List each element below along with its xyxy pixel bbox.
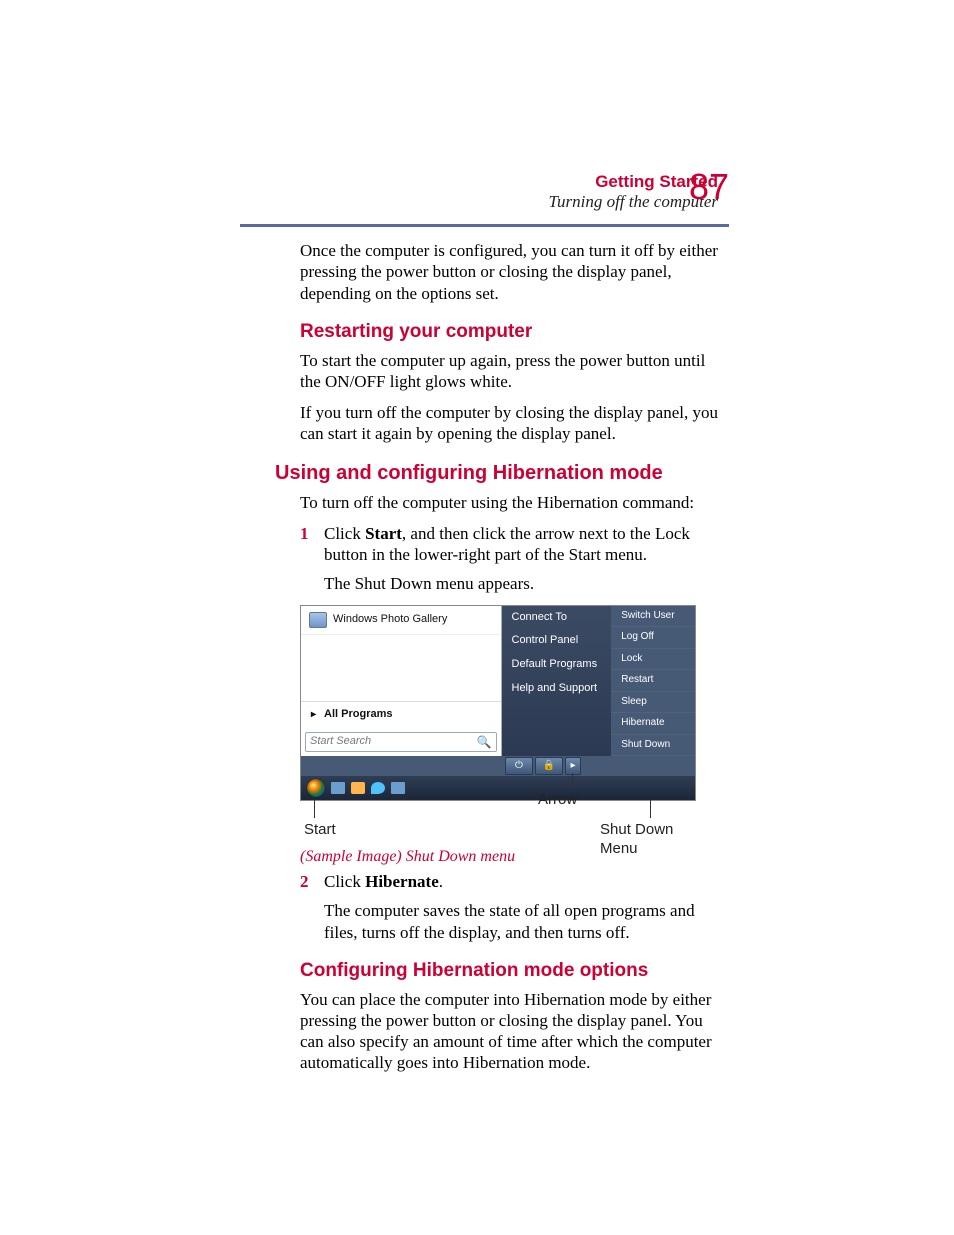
hiber-lead: To turn off the computer using the Hiber… — [300, 492, 724, 513]
program-label: Windows Photo Gallery — [333, 613, 447, 627]
taskbar-icon-1[interactable] — [331, 782, 345, 794]
heading-config-hibernation: Configuring Hibernation mode options — [300, 959, 724, 983]
taskbar-icon-3[interactable] — [391, 782, 405, 794]
annotation-line-arrow — [572, 773, 573, 791]
power-item-shut-down[interactable]: Shut Down — [611, 735, 695, 757]
heading-hibernation: Using and configuring Hibernation mode — [275, 461, 724, 486]
heading-restarting: Restarting your computer — [300, 320, 724, 344]
program-item-photo-gallery[interactable]: Windows Photo Gallery — [301, 606, 501, 635]
power-item-switch-user[interactable]: Switch User — [611, 606, 695, 628]
power-item-log-off[interactable]: Log Off — [611, 627, 695, 649]
shutdown-flyout-menu: Switch User Log Off Lock Restart Sleep H… — [611, 606, 695, 757]
power-item-sleep[interactable]: Sleep — [611, 692, 695, 714]
annotation-label-arrow: Arrow — [538, 791, 577, 810]
start-orb-icon[interactable] — [307, 779, 325, 797]
search-placeholder: Start Search — [310, 735, 371, 749]
right-item-control-panel[interactable]: Control Panel — [502, 629, 612, 653]
all-programs-label: All Programs — [324, 708, 392, 722]
shutdown-arrow-button[interactable]: ▸ — [565, 757, 581, 775]
annotation-line-start — [314, 800, 315, 818]
taskbar-ie-icon[interactable] — [371, 782, 385, 794]
taskbar-icon-2[interactable] — [351, 782, 365, 794]
step-1-sub: The Shut Down menu appears. — [324, 573, 724, 594]
step-1-bold: Start — [365, 524, 402, 543]
photo-gallery-icon — [309, 612, 327, 628]
restart-p1: To start the computer up again, press th… — [300, 350, 724, 393]
start-menu-left-pane: Windows Photo Gallery All Programs Start… — [301, 606, 502, 757]
chapter-title: Getting Started — [264, 172, 718, 192]
annotation-label-shutdown: Shut Down Menu — [600, 821, 694, 859]
step-1-text-pre: Click — [324, 524, 365, 543]
taskbar — [301, 776, 695, 800]
step-2: 2 Click Hibernate. The computer saves th… — [300, 871, 724, 943]
start-search-input[interactable]: Start Search 🔍 — [305, 732, 497, 752]
start-menu-screenshot: Windows Photo Gallery All Programs Start… — [300, 605, 696, 802]
page-header: Getting Started Turning off the computer — [264, 172, 724, 212]
power-item-lock[interactable]: Lock — [611, 649, 695, 671]
step-1: 1 Click Start, and then click the arrow … — [300, 523, 724, 595]
config-p1: You can place the computer into Hibernat… — [300, 989, 724, 1074]
intro-paragraph: Once the computer is configured, you can… — [300, 240, 724, 304]
start-menu-right-pane: Connect To Control Panel Default Program… — [502, 606, 612, 757]
restart-p2: If you turn off the computer by closing … — [300, 402, 724, 445]
step-2-number: 2 — [300, 871, 324, 943]
step-2-text-pre: Click — [324, 872, 365, 891]
header-rule — [240, 224, 729, 227]
step-2-bold: Hibernate — [365, 872, 439, 891]
figure-annotations: Start Arrow Shut Down Menu — [300, 801, 694, 841]
figure-shutdown-menu: Windows Photo Gallery All Programs Start… — [300, 605, 724, 868]
all-programs-item[interactable]: All Programs — [301, 701, 501, 728]
right-item-default-programs[interactable]: Default Programs — [502, 653, 612, 677]
right-item-connect-to[interactable]: Connect To — [502, 606, 612, 630]
power-item-restart[interactable]: Restart — [611, 670, 695, 692]
annotation-line-shutdown — [650, 800, 651, 818]
step-2-text-post: . — [439, 872, 443, 891]
power-button[interactable]: ⏻ — [505, 757, 533, 775]
search-icon: 🔍 — [477, 735, 492, 750]
step-1-number: 1 — [300, 523, 324, 595]
power-item-hibernate[interactable]: Hibernate — [611, 713, 695, 735]
page-number: 87 — [689, 166, 729, 208]
step-2-sub: The computer saves the state of all open… — [324, 900, 724, 943]
right-item-help-support[interactable]: Help and Support — [502, 677, 612, 701]
annotation-label-start: Start — [304, 821, 336, 840]
lock-button[interactable]: 🔒 — [535, 757, 563, 775]
